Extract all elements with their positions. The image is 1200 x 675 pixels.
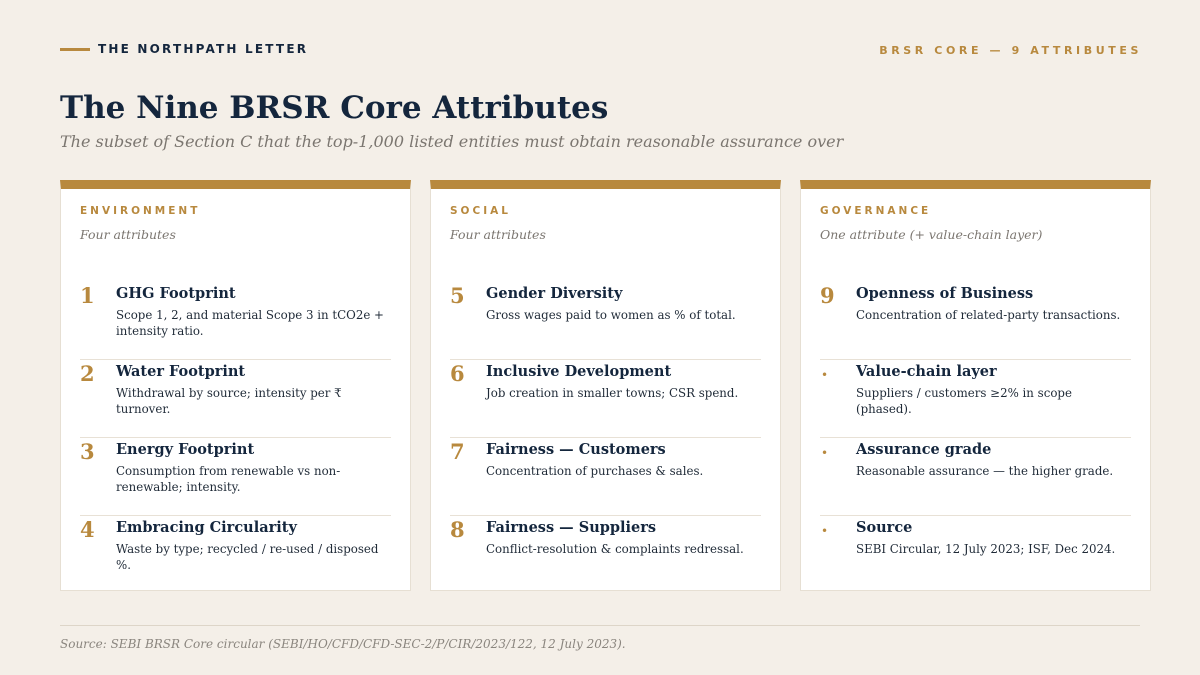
attribute-item: 3 Energy Footprint Consumption from rene… [80, 438, 391, 516]
card-subtitle: One attribute (+ value-chain layer) [820, 227, 1043, 242]
source-note: Source: SEBI BRSR Core circular (SEBI/HO… [60, 637, 626, 651]
brand-rule [60, 47, 90, 51]
item-title: Source [856, 519, 913, 536]
attribute-item: 9 Openness of Business Concentration of … [820, 282, 1131, 360]
header: THE NORTHPATH LETTER BRSR CORE — 9 ATTRI… [60, 42, 1142, 60]
card-governance: GOVERNANCE One attribute (+ value-chain … [800, 180, 1151, 591]
item-number: 2 [80, 361, 95, 386]
item-title: GHG Footprint [116, 285, 236, 302]
page-subtitle: The subset of Section C that the top-1,0… [60, 132, 844, 151]
item-number: 5 [450, 283, 465, 308]
item-description: Waste by type; recycled / re-used / disp… [116, 542, 379, 572]
item-description: SEBI Circular, 12 July 2023; ISF, Dec 20… [856, 542, 1116, 556]
card-environment: ENVIRONMENT Four attributes 1 GHG Footpr… [60, 180, 411, 591]
item-description: Scope 1, 2, and material Scope 3 in tCO2… [116, 308, 384, 338]
item-title: Assurance grade [856, 441, 992, 458]
item-number: 7 [450, 439, 465, 464]
item-number: 1 [80, 283, 95, 308]
item-description: Concentration of related-party transacti… [856, 308, 1121, 322]
item-number: 6 [450, 361, 465, 386]
item-title: Openness of Business [856, 285, 1034, 302]
item-title: Water Footprint [116, 363, 246, 380]
kicker: BRSR CORE — 9 ATTRIBUTES [879, 44, 1142, 57]
item-title: Inclusive Development [486, 363, 672, 380]
attribute-item: • Assurance grade Reasonable assurance —… [820, 438, 1131, 516]
card-subtitle: Four attributes [450, 227, 546, 242]
brand-name: THE NORTHPATH LETTER [98, 42, 309, 56]
item-title: Embracing Circularity [116, 519, 297, 536]
item-number: 3 [80, 439, 95, 464]
item-description: Concentration of purchases & sales. [486, 464, 704, 478]
item-description: Job creation in smaller towns; CSR spend… [486, 386, 739, 400]
attribute-item: 5 Gender Diversity Gross wages paid to w… [450, 282, 761, 360]
item-title: Value-chain layer [856, 363, 997, 380]
brand: THE NORTHPATH LETTER [60, 42, 308, 56]
item-number: 9 [820, 283, 835, 308]
item-description: Reasonable assurance — the higher grade. [856, 464, 1114, 478]
item-title: Fairness — Customers [486, 441, 666, 458]
cards-row: ENVIRONMENT Four attributes 1 GHG Footpr… [60, 180, 1151, 591]
page-title: The Nine BRSR Core Attributes [60, 90, 609, 126]
footer-divider [60, 625, 1140, 626]
item-description: Gross wages paid to women as % of total. [486, 308, 736, 322]
item-title: Fairness — Suppliers [486, 519, 657, 536]
item-number: 4 [80, 517, 95, 542]
item-title: Energy Footprint [116, 441, 255, 458]
card-label: SOCIAL [450, 205, 511, 217]
item-description: Withdrawal by source; intensity per ₹ tu… [116, 386, 342, 416]
attribute-item: • Source SEBI Circular, 12 July 2023; IS… [820, 516, 1131, 594]
card-label: ENVIRONMENT [80, 205, 201, 217]
item-description: Consumption from renewable vs non-renewa… [116, 464, 341, 494]
bullet-icon: • [821, 368, 829, 382]
item-description: Suppliers / customers ≥2% in scope (phas… [856, 386, 1072, 416]
attribute-item: 6 Inclusive Development Job creation in … [450, 360, 761, 438]
attribute-item: 8 Fairness — Suppliers Conflict-resoluti… [450, 516, 761, 594]
attribute-item: 4 Embracing Circularity Waste by type; r… [80, 516, 391, 594]
bullet-icon: • [821, 446, 829, 460]
bullet-icon: • [821, 524, 829, 538]
attribute-item: 7 Fairness — Customers Concentration of … [450, 438, 761, 516]
card-label: GOVERNANCE [820, 205, 932, 217]
attribute-item: 1 GHG Footprint Scope 1, 2, and material… [80, 282, 391, 360]
card-subtitle: Four attributes [80, 227, 176, 242]
card-social: SOCIAL Four attributes 5 Gender Diversit… [430, 180, 781, 591]
item-title: Gender Diversity [486, 285, 623, 302]
item-description: Conflict-resolution & complaints redress… [486, 542, 744, 556]
attribute-item: • Value-chain layer Suppliers / customer… [820, 360, 1131, 438]
attribute-item: 2 Water Footprint Withdrawal by source; … [80, 360, 391, 438]
item-number: 8 [450, 517, 465, 542]
